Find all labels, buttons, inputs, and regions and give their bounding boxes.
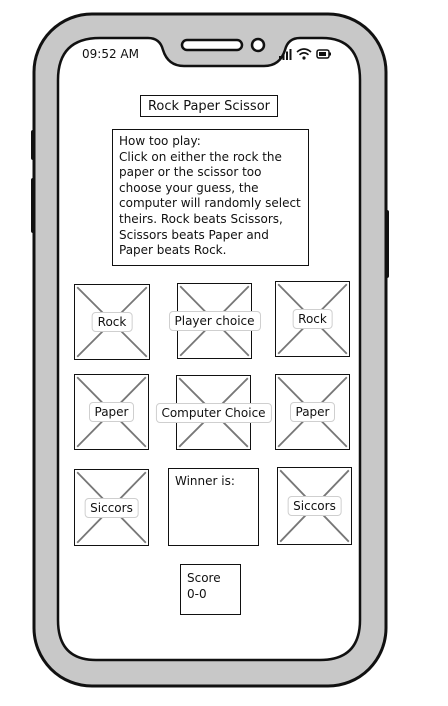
score-label: Score <box>187 571 221 585</box>
scissors-player-tile[interactable]: Siccors <box>74 469 149 546</box>
score-value: 0-0 <box>187 587 207 601</box>
player-choice-label: Player choice <box>168 311 261 331</box>
rock-computer-label: Rock <box>292 309 333 329</box>
scissors-computer-label: Siccors <box>287 496 342 516</box>
rock-player-tile[interactable]: Rock <box>74 284 150 360</box>
status-time: 09:52 AM <box>82 47 139 61</box>
score-panel: Score 0-0 <box>180 564 241 615</box>
front-camera <box>250 37 266 53</box>
battery-icon <box>316 49 331 59</box>
winner-label: Winner is: <box>175 474 235 488</box>
wifi-icon <box>296 48 312 60</box>
winner-panel: Winner is: <box>168 468 259 546</box>
signal-icon <box>279 49 292 60</box>
instructions-heading: How too play: <box>119 134 201 148</box>
instructions-panel: How too play: Click on either the rock t… <box>112 129 309 266</box>
scissors-computer-tile: Siccors <box>277 467 352 545</box>
speaker-grille <box>180 38 244 52</box>
instructions-body: Click on either the rock the paper or th… <box>119 149 305 258</box>
page-title: Rock Paper Scissor <box>140 95 278 117</box>
rock-player-label: Rock <box>91 312 133 332</box>
rock-computer-tile: Rock <box>275 281 350 357</box>
player-choice-tile: Player choice <box>168 283 261 359</box>
computer-choice-label: Computer Choice <box>155 402 272 423</box>
scissors-player-label: Siccors <box>84 497 139 518</box>
paper-computer-tile: Paper <box>275 374 350 450</box>
paper-player-tile[interactable]: Paper <box>74 374 149 450</box>
paper-player-label: Paper <box>88 402 135 422</box>
paper-computer-label: Paper <box>289 402 336 422</box>
computer-choice-tile: Computer Choice <box>155 375 272 450</box>
status-icons <box>278 46 332 62</box>
